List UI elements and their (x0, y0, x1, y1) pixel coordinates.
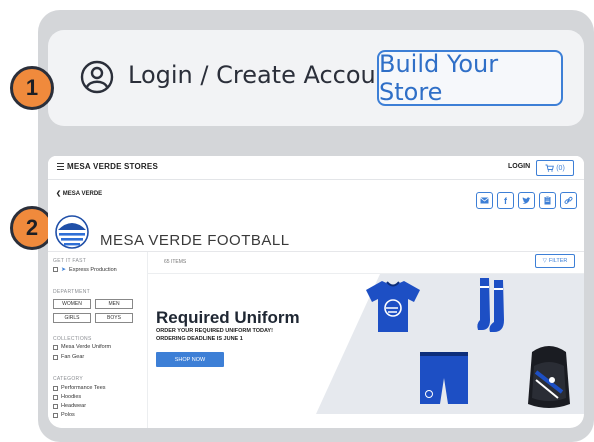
checkbox[interactable] (53, 394, 58, 400)
menu-icon[interactable] (57, 163, 64, 172)
jersey-image[interactable] (364, 278, 422, 334)
collections-heading: COLLECTIONS (53, 336, 92, 342)
cart-icon (545, 164, 555, 172)
header-login-link[interactable]: LOGIN (508, 163, 530, 170)
filter-button[interactable]: ▽ FILTER (535, 254, 575, 268)
share-buttons: f (476, 192, 577, 209)
lightning-icon: ➤ (61, 267, 67, 273)
dept-men-button[interactable]: MEN (95, 299, 133, 309)
category-headwear[interactable]: Headwear (53, 403, 86, 409)
category-heading: CATEGORY (53, 376, 83, 382)
dept-girls-button[interactable]: GIRLS (53, 313, 91, 323)
category-performance-tees[interactable]: Performance Tees (53, 385, 106, 391)
team-title: MESA VERDE FOOTBALL (100, 232, 290, 249)
team-logo (55, 215, 89, 249)
backpack-image[interactable] (522, 342, 576, 412)
collection-label: Fan Gear (61, 354, 85, 360)
items-count: 65 ITEMS (164, 259, 187, 265)
express-production-checkbox[interactable]: ➤ Express Production (53, 266, 117, 273)
link-icon[interactable] (560, 192, 577, 209)
filter-icon: ▽ (542, 258, 547, 264)
build-your-store-button[interactable]: Build Your Store (377, 50, 563, 106)
filter-sidebar: GET IT FAST ➤ Express Production DEPARTM… (48, 252, 148, 428)
checkbox[interactable] (53, 354, 58, 360)
banner-line-2: ORDERING DEADLINE IS JUNE 1 (156, 336, 243, 342)
hero-banner (148, 274, 584, 414)
collection-fan-gear[interactable]: Fan Gear (53, 354, 84, 360)
store-name[interactable]: MESA VERDE STORES (67, 162, 158, 171)
collection-mesa-verde-uniform[interactable]: Mesa Verde Uniform (53, 344, 111, 350)
twitter-icon[interactable] (518, 192, 535, 209)
step-badge-1: 1 (10, 66, 54, 110)
checkbox[interactable] (53, 344, 58, 350)
shop-now-button[interactable]: SHOP NOW (156, 352, 224, 367)
banner-line-1: ORDER YOUR REQUIRED UNIFORM TODAY! (156, 328, 273, 334)
store-preview: MESA VERDE STORES LOGIN (0) ❮ MESA VERDE… (48, 156, 584, 428)
checkbox[interactable] (53, 403, 58, 409)
chevron-left-icon: ❮ (56, 191, 62, 197)
cart-button[interactable]: (0) (536, 160, 574, 176)
dept-women-button[interactable]: WOMEN (53, 299, 91, 309)
category-label: Headwear (61, 403, 87, 409)
department-heading: DEPARTMENT (53, 289, 90, 295)
category-polos[interactable]: Polos (53, 412, 75, 418)
socks-image[interactable] (474, 276, 514, 336)
get-it-fast-heading: GET IT FAST (53, 258, 87, 264)
banner-heading: Required Uniform (156, 308, 300, 327)
category-hoodies[interactable]: Hoodies (53, 394, 81, 400)
category-label: Hoodies (61, 394, 82, 400)
checkbox[interactable] (53, 412, 58, 418)
filter-label: FILTER (548, 258, 568, 264)
email-icon[interactable] (476, 192, 493, 209)
shorts-image[interactable] (418, 350, 470, 408)
back-link-label: MESA VERDE (62, 191, 103, 197)
site-header: MESA VERDE STORES LOGIN (0) (48, 156, 584, 180)
back-link[interactable]: ❮ MESA VERDE (56, 190, 102, 197)
login-create-account-link[interactable]: Login / Create Account (128, 61, 400, 89)
facebook-icon[interactable]: f (497, 192, 514, 209)
user-icon[interactable] (80, 60, 114, 94)
cart-count: (0) (556, 164, 565, 172)
collection-label: Mesa Verde Uniform (61, 344, 112, 350)
checkbox[interactable] (53, 385, 58, 391)
category-label: Performance Tees (61, 385, 106, 391)
category-label: Polos (61, 412, 75, 418)
dept-boys-button[interactable]: BOYS (95, 313, 133, 323)
express-production-label: Express Production (69, 266, 117, 273)
checkbox[interactable] (53, 267, 58, 272)
clipboard-icon[interactable] (539, 192, 556, 209)
